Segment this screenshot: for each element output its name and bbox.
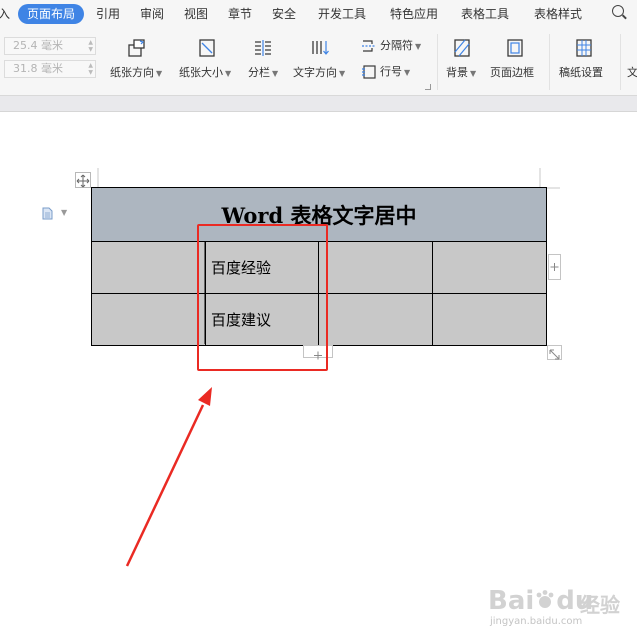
watermark-brand: 经验: [580, 593, 620, 617]
watermark-url: jingyan.baidu.com: [490, 616, 583, 627]
baidu-jingyan-watermark: Bai du 经验 jingyan.baidu.com: [488, 572, 628, 632]
paw-icon: [536, 590, 554, 608]
red-arrow-annotation: [125, 387, 212, 567]
watermark-logo: Bai du: [488, 586, 594, 616]
